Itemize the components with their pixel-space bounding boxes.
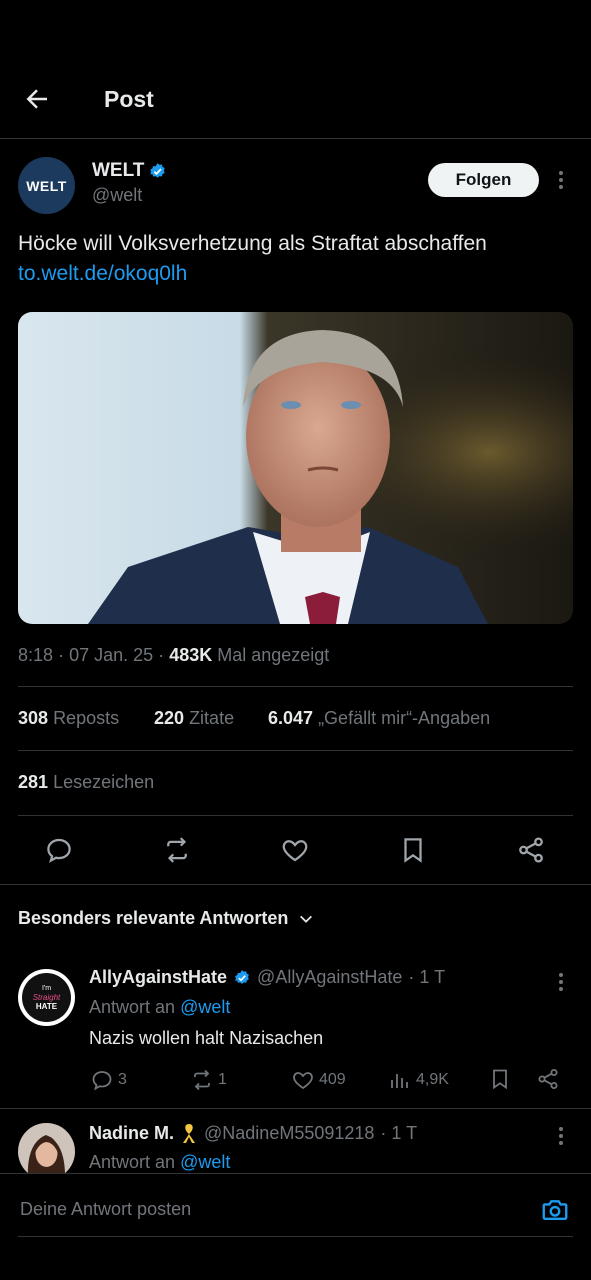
divider: [18, 686, 573, 687]
bookmarks-label: Lesezeichen: [53, 772, 155, 792]
author-avatar[interactable]: WELT: [18, 157, 75, 214]
post-date: 07 Jan. 25: [69, 645, 154, 665]
post-time: 8:18: [18, 645, 54, 665]
repost-icon: [194, 1069, 210, 1091]
bookmarks-stat[interactable]: 281 Lesezeichen: [18, 772, 154, 793]
reply-author-name[interactable]: Nadine M.: [89, 1123, 174, 1144]
quotes-label: Zitate: [189, 708, 235, 728]
camera-button[interactable]: [540, 1195, 570, 1225]
page-title: Post: [104, 86, 154, 112]
reply-bookmark-button[interactable]: [488, 1067, 512, 1091]
chevron-down-icon: [300, 915, 313, 923]
views-icon: [391, 1074, 408, 1088]
divider: [0, 884, 591, 885]
reply-button[interactable]: [44, 835, 74, 865]
reply-avatar[interactable]: [18, 1123, 75, 1180]
author-handle[interactable]: @welt: [92, 185, 142, 206]
reply-icon: [47, 838, 71, 863]
reply-author-handle[interactable]: @AllyAgainstHate: [257, 967, 402, 988]
like-count: 409: [319, 1071, 346, 1088]
divider: [0, 1173, 591, 1174]
likes-label: „Gefällt mir“-Angaben: [318, 708, 491, 728]
like-icon: [282, 840, 308, 862]
reply-to-handle[interactable]: @welt: [180, 997, 230, 1017]
view-count: 4,9K: [416, 1071, 449, 1088]
post-meta: 8:18 · 07 Jan. 25 · 483K Mal angezeigt: [18, 645, 329, 666]
post-link[interactable]: to.welt.de/okoq0lh: [18, 259, 578, 289]
bookmark-icon: [493, 1069, 507, 1090]
reply-like-button[interactable]: 409: [291, 1068, 346, 1092]
reposts-count: 308: [18, 708, 49, 728]
ribbon-icon: [183, 1124, 196, 1143]
reply-time: · 1 T: [380, 1122, 418, 1143]
reposts-label: Reposts: [53, 708, 120, 728]
divider: [0, 1108, 591, 1109]
quotes-count: 220: [154, 708, 185, 728]
view-count-label: Mal angezeigt: [217, 645, 330, 665]
reply-composer: [0, 1173, 591, 1280]
post-text: Höcke will Volksverhetzung als Straftat …: [18, 232, 487, 255]
author-name[interactable]: WELT: [92, 160, 144, 182]
reply-icon: [92, 1071, 112, 1091]
meta-separator: ·: [158, 645, 165, 665]
reply-views-button[interactable]: 4,9K: [388, 1068, 449, 1092]
arrow-left-icon: [26, 89, 47, 109]
share-icon: [538, 1069, 558, 1089]
reply-header: Nadine M. @NadineM55091218 · 1 T: [89, 1122, 417, 1144]
reply-author-handle[interactable]: @NadineM55091218: [204, 1123, 374, 1144]
repost-icon: [167, 837, 187, 863]
avatar-text: I'm: [41, 985, 52, 992]
camera-icon: [542, 1200, 568, 1220]
share-icon: [519, 837, 543, 863]
avatar-logo-text: WELT: [26, 177, 67, 194]
follow-button[interactable]: Folgen: [428, 163, 539, 197]
divider: [18, 750, 573, 751]
reply-count: 3: [118, 1071, 127, 1088]
reply-author-name[interactable]: AllyAgainstHate: [89, 967, 227, 988]
post-text-block: Höcke will Volksverhetzung als Straftat …: [18, 229, 578, 289]
bookmarks-count: 281: [18, 772, 49, 792]
verified-badge-icon: [235, 969, 249, 984]
likes-stat[interactable]: 6.047 „Gefällt mir“-Angaben: [268, 708, 490, 729]
reply-text: Nazis wollen halt Nazisachen: [89, 1028, 324, 1048]
reply-context: Antwort an @welt: [89, 997, 230, 1018]
post-image[interactable]: [18, 312, 573, 624]
reply-repost-button[interactable]: 1: [190, 1068, 227, 1092]
replies-sort-label: Besonders relevante Antworten: [18, 908, 289, 928]
more-options-icon[interactable]: [553, 170, 569, 190]
meta-separator: ·: [58, 645, 65, 665]
view-count: 483K: [169, 645, 213, 665]
reply-header: AllyAgainstHate @AllyAgainstHate · 1 T: [89, 967, 445, 988]
reply-context: Antwort an @welt: [89, 1152, 230, 1173]
reply-to-handle[interactable]: @welt: [180, 1152, 230, 1172]
divider: [18, 815, 573, 816]
reply-to-label: Antwort an: [89, 1152, 176, 1172]
back-button[interactable]: [22, 84, 58, 116]
reply-time: · 1 T: [408, 967, 446, 987]
avatar-text: Straight: [32, 993, 61, 1002]
reply-reply-button[interactable]: 3: [90, 1068, 127, 1092]
reply-avatar[interactable]: I'm Straight HATE: [18, 969, 75, 1026]
bookmark-button[interactable]: [398, 835, 428, 865]
replies-sort-dropdown[interactable]: Besonders relevante Antworten: [18, 908, 314, 929]
repost-count: 1: [218, 1071, 227, 1088]
like-button[interactable]: [280, 835, 310, 865]
quotes-stat[interactable]: 220 Zitate: [154, 708, 234, 729]
divider: [18, 1236, 573, 1237]
reply-to-label: Antwort an: [89, 997, 176, 1017]
reply-input[interactable]: [18, 1198, 502, 1221]
header-divider: [0, 138, 591, 139]
likes-count: 6.047: [268, 708, 314, 728]
share-button[interactable]: [516, 835, 546, 865]
reply-share-button[interactable]: [536, 1067, 560, 1091]
avatar-text: HATE: [35, 1002, 58, 1011]
bookmark-icon: [404, 838, 422, 863]
more-options-icon[interactable]: [553, 1126, 569, 1146]
repost-button[interactable]: [162, 835, 192, 865]
more-options-icon[interactable]: [553, 972, 569, 992]
reposts-stat[interactable]: 308 Reposts: [18, 708, 119, 729]
verified-badge-icon: [148, 162, 167, 181]
like-icon: [293, 1072, 313, 1090]
